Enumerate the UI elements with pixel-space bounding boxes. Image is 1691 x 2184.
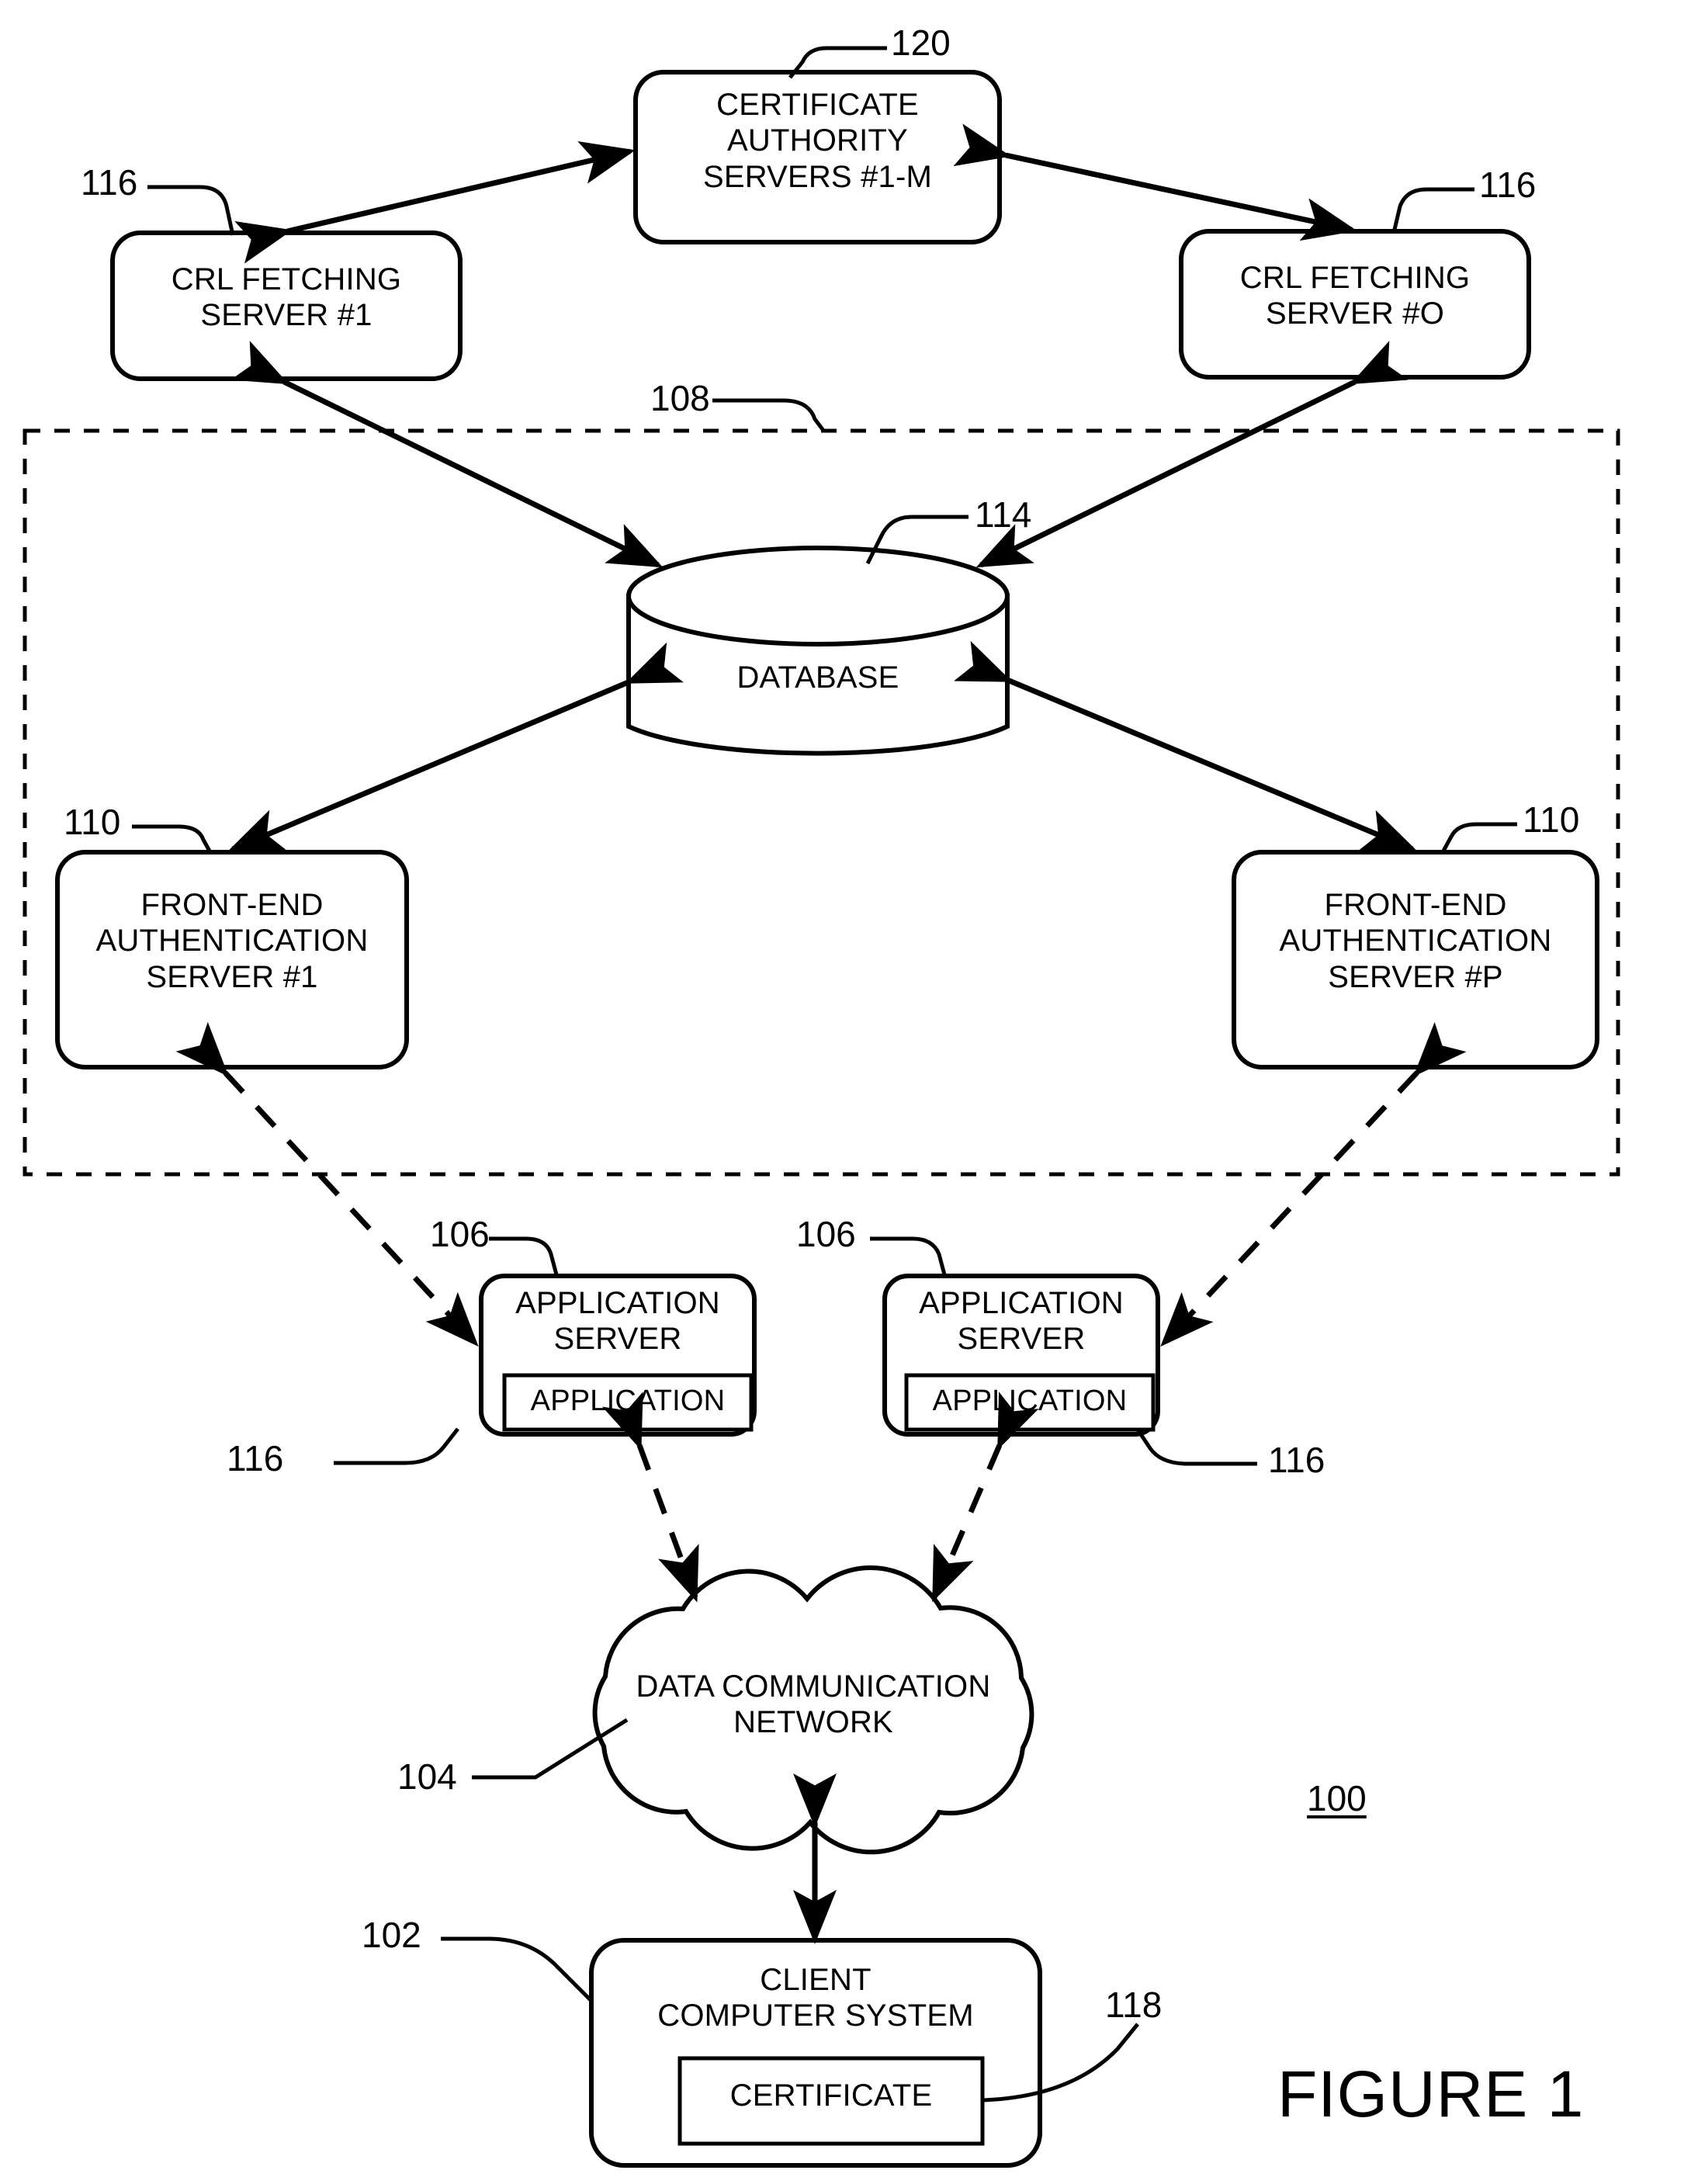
leader-line-116-right (1391, 187, 1474, 234)
connector-database-feauthp (954, 640, 1418, 852)
connector-feauth1-appserver-left (175, 1021, 479, 1347)
figure-graphics (23, 46, 1620, 2168)
leader-line-116-app-left (334, 1427, 459, 1465)
ref-118: 118 (1105, 1985, 1163, 2025)
crl-fetching-server-1-box (110, 231, 463, 381)
certificate-inner-box (677, 2056, 985, 2146)
leader-line-110-left (132, 824, 213, 855)
connector-feauthp-appserver-right (1160, 1021, 1467, 1347)
ref-116-crl-left: 116 (81, 162, 138, 203)
connector-appserver-left-network (601, 1392, 699, 1603)
connector-database-feauth1 (227, 642, 684, 852)
connector-ca-crlo (953, 123, 1357, 241)
connector-crlo-database (975, 341, 1409, 568)
certificate-authority-box (633, 70, 1002, 244)
ref-108: 108 (650, 378, 710, 418)
leader-line-106-right (870, 1236, 948, 1278)
ref-106-right: 106 (796, 1214, 856, 1254)
ref-116-crl-right: 116 (1479, 165, 1537, 205)
leader-line-108 (712, 398, 826, 433)
network-cloud-shape (592, 1565, 1034, 1855)
ref-120: 120 (891, 23, 951, 63)
leader-line-116-app-right (1135, 1428, 1257, 1466)
leader-line-102 (441, 1936, 593, 2002)
application-right-inner-box (904, 1373, 1156, 1432)
ref-106-left: 106 (430, 1214, 490, 1254)
ref-114: 114 (975, 494, 1032, 535)
ref-104: 104 (397, 1756, 457, 1797)
leader-line-110-right (1440, 822, 1517, 855)
front-end-auth-server-1-box (55, 850, 409, 1069)
leader-line-106-left (489, 1236, 560, 1278)
ref-102: 102 (362, 1915, 421, 1955)
figure-title: FIGURE 1 (1277, 2057, 1585, 2130)
ref-110-right: 110 (1523, 799, 1580, 840)
patent-figure-1: CERTIFICATE AUTHORITY SERVERS #1-M 120 C… (0, 0, 1691, 2184)
ref-116-app-right: 116 (1268, 1440, 1325, 1480)
crl-fetching-server-o-box (1179, 229, 1531, 380)
leader-line-116-left (147, 185, 235, 236)
connector-crl1-database (230, 341, 664, 568)
database-cylinder-top (626, 546, 1010, 647)
front-end-auth-server-p-box (1232, 850, 1599, 1069)
ref-100: 100 (1307, 1778, 1367, 1818)
ref-110-left: 110 (64, 802, 121, 842)
connector-appserver-right-network (931, 1392, 1039, 1603)
application-left-inner-box (502, 1373, 754, 1432)
connector-ca-crl1 (234, 141, 636, 264)
ref-116-app-left: 116 (227, 1438, 284, 1479)
